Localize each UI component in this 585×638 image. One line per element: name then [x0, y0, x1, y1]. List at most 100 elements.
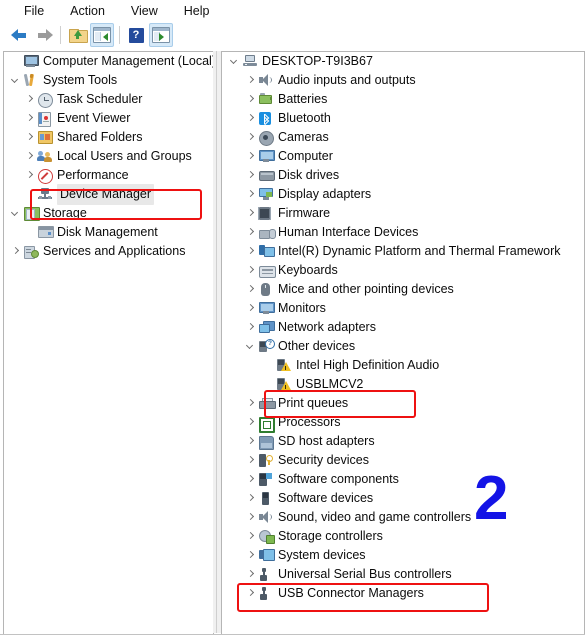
- tree-item-event-viewer[interactable]: Event Viewer: [4, 109, 213, 128]
- tree-item-device-manager[interactable]: Device Manager: [4, 184, 213, 205]
- sd-host-adapter-icon: [257, 432, 275, 451]
- tree-item-local-users-and-groups[interactable]: Local Users and Groups: [4, 147, 213, 166]
- expander[interactable]: [244, 261, 257, 280]
- menu-item-help[interactable]: Help: [174, 1, 220, 21]
- expander[interactable]: [23, 109, 36, 128]
- device-category-sound-video-and-game-controllers[interactable]: Sound, video and game controllers: [222, 508, 584, 527]
- expander[interactable]: [244, 128, 257, 147]
- expander[interactable]: [23, 128, 36, 147]
- device-item-intel-high-definition-audio[interactable]: Intel High Definition Audio: [222, 356, 584, 375]
- device-category-network-adapters[interactable]: Network adapters: [222, 318, 584, 337]
- device-category-audio-inputs-and-outputs[interactable]: Audio inputs and outputs: [222, 71, 584, 90]
- device-category-software-components[interactable]: Software components: [222, 470, 584, 489]
- expander[interactable]: [244, 337, 257, 356]
- device-node-label: USBLMCV2: [296, 377, 364, 391]
- device-category-software-devices[interactable]: Software devices: [222, 489, 584, 508]
- device-item-usblmcv2[interactable]: USBLMCV2: [222, 375, 584, 394]
- device-category-universal-serial-bus-controllers[interactable]: Universal Serial Bus controllers: [222, 565, 584, 584]
- expander[interactable]: [244, 147, 257, 166]
- expander[interactable]: [23, 223, 36, 242]
- expander[interactable]: [9, 242, 22, 261]
- expander[interactable]: [23, 185, 36, 204]
- device-category-other-devices[interactable]: ? Other devices: [222, 337, 584, 356]
- expander[interactable]: [228, 52, 241, 71]
- expander[interactable]: [244, 584, 257, 603]
- tree-item-disk-management[interactable]: Disk Management: [4, 223, 213, 242]
- device-category-system-devices[interactable]: System devices: [222, 546, 584, 565]
- system-tools-icon: [22, 71, 40, 90]
- show-hide-console-tree-button[interactable]: [90, 23, 114, 47]
- expander[interactable]: [23, 166, 36, 185]
- device-category-monitors[interactable]: Monitors: [222, 299, 584, 318]
- expander[interactable]: [244, 166, 257, 185]
- up-one-level-button[interactable]: [66, 24, 88, 46]
- expander[interactable]: [244, 204, 257, 223]
- tree-item-shared-folders[interactable]: Shared Folders: [4, 128, 213, 147]
- tree-item-services-and-applications[interactable]: Services and Applications: [4, 242, 213, 261]
- device-tree-pane[interactable]: DESKTOP-T9I3B67 Audio inputs and outputs…: [221, 51, 585, 635]
- device-category-sd-host-adapters[interactable]: SD host adapters: [222, 432, 584, 451]
- tree-item-storage[interactable]: Storage: [4, 204, 213, 223]
- expander[interactable]: [244, 432, 257, 451]
- expander[interactable]: [244, 451, 257, 470]
- expander[interactable]: [244, 508, 257, 527]
- expander[interactable]: [244, 299, 257, 318]
- expander[interactable]: [9, 71, 22, 90]
- device-category-print-queues[interactable]: Print queues: [222, 394, 584, 413]
- expander[interactable]: [244, 394, 257, 413]
- help-button[interactable]: ?: [125, 24, 147, 46]
- expander[interactable]: [244, 470, 257, 489]
- device-category-usb-connector-managers[interactable]: USB Connector Managers: [222, 584, 584, 603]
- expander[interactable]: [244, 71, 257, 90]
- tree-item-label: System Tools: [43, 73, 118, 87]
- device-category-security-devices[interactable]: Security devices: [222, 451, 584, 470]
- expander[interactable]: [244, 223, 257, 242]
- device-category-human-interface-devices[interactable]: Human Interface Devices: [222, 223, 584, 242]
- device-node-label: USB Connector Managers: [278, 586, 424, 600]
- device-category-bluetooth[interactable]: Bluetooth: [222, 109, 584, 128]
- menu-item-file[interactable]: File: [14, 1, 54, 21]
- device-category-batteries[interactable]: Batteries: [222, 90, 584, 109]
- tree-item-label: Performance: [57, 168, 129, 182]
- expander[interactable]: [244, 280, 257, 299]
- menu-item-view[interactable]: View: [121, 1, 168, 21]
- device-category-computer[interactable]: Computer: [222, 147, 584, 166]
- expander[interactable]: [9, 204, 22, 223]
- expander[interactable]: [244, 109, 257, 128]
- tree-item-system-tools[interactable]: System Tools: [4, 71, 213, 90]
- services-and-applications-icon: [22, 242, 40, 261]
- expander[interactable]: [244, 318, 257, 337]
- device-node-desktop[interactable]: DESKTOP-T9I3B67: [222, 52, 584, 71]
- console-tree-pane[interactable]: Computer Management (Local) System Tools…: [3, 51, 214, 635]
- forward-button[interactable]: [33, 24, 55, 46]
- device-category-keyboards[interactable]: Keyboards: [222, 261, 584, 280]
- tree-item-label: Services and Applications: [43, 244, 186, 258]
- expander[interactable]: [244, 546, 257, 565]
- expander[interactable]: [244, 565, 257, 584]
- expander[interactable]: [244, 185, 257, 204]
- device-category-intel-dptf[interactable]: Intel(R) Dynamic Platform and Thermal Fr…: [222, 242, 584, 261]
- device-category-cameras[interactable]: Cameras: [222, 128, 584, 147]
- device-category-firmware[interactable]: Firmware: [222, 204, 584, 223]
- expander[interactable]: [9, 52, 22, 71]
- expander[interactable]: [244, 489, 257, 508]
- tree-item-performance[interactable]: Performance: [4, 166, 213, 185]
- device-category-disk-drives[interactable]: Disk drives: [222, 166, 584, 185]
- expander[interactable]: [23, 90, 36, 109]
- help-icon: ?: [128, 27, 144, 43]
- expander[interactable]: [244, 413, 257, 432]
- tree-item-computer-management[interactable]: Computer Management (Local): [4, 52, 213, 71]
- tree-item-task-scheduler[interactable]: Task Scheduler: [4, 90, 213, 109]
- expander[interactable]: [244, 242, 257, 261]
- device-category-storage-controllers[interactable]: Storage controllers: [222, 527, 584, 546]
- device-category-display-adapters[interactable]: Display adapters: [222, 185, 584, 204]
- show-hide-action-pane-button[interactable]: [149, 23, 173, 47]
- menu-item-action[interactable]: Action: [60, 1, 115, 21]
- expander[interactable]: [244, 527, 257, 546]
- toolbar: ?: [0, 22, 585, 48]
- expander[interactable]: [23, 147, 36, 166]
- device-category-mice-and-other-pointing-devices[interactable]: Mice and other pointing devices: [222, 280, 584, 299]
- back-button[interactable]: [9, 24, 31, 46]
- device-category-processors[interactable]: Processors: [222, 413, 584, 433]
- expander[interactable]: [244, 90, 257, 109]
